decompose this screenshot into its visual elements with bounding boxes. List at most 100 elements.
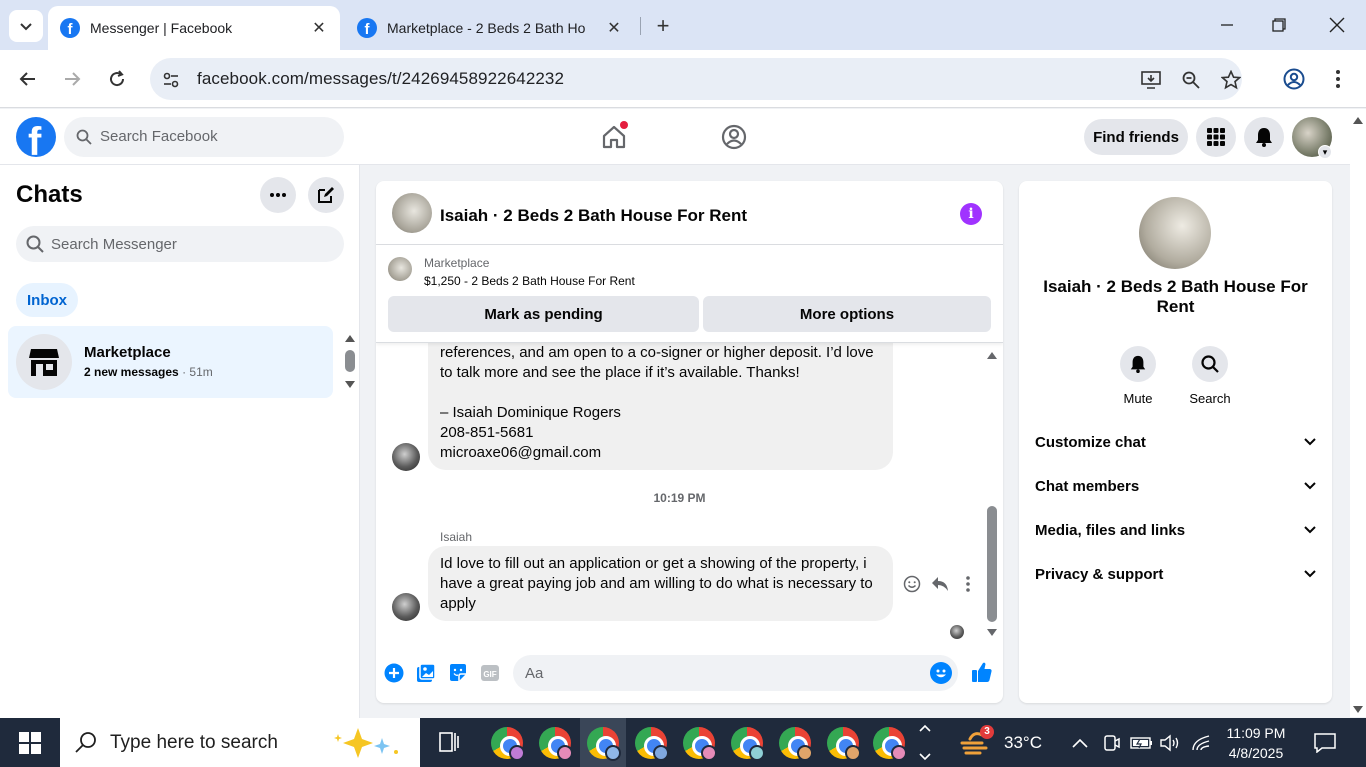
- info-icon[interactable]: i: [960, 203, 982, 225]
- taskbar-overflow-scroll[interactable]: [917, 722, 933, 763]
- zoom-icon[interactable]: [1180, 69, 1202, 91]
- chrome-taskbar-icon-2[interactable]: [539, 727, 573, 761]
- chat-list-item-marketplace[interactable]: Marketplace 2 new messages · 51m: [8, 326, 333, 398]
- close-tab-icon[interactable]: ✕: [310, 19, 328, 37]
- tab-search-button[interactable]: [9, 10, 43, 42]
- forward-button[interactable]: [57, 64, 87, 94]
- listing-price-title[interactable]: $1,250 - 2 Beds 2 Bath House For Rent: [424, 274, 635, 288]
- svg-text:GIF: GIF: [483, 670, 496, 679]
- sticker-button[interactable]: [447, 662, 469, 684]
- browser-menu-button[interactable]: [1323, 64, 1353, 94]
- conversation-scrollbar[interactable]: [985, 348, 999, 640]
- close-window-button[interactable]: [1322, 12, 1352, 38]
- scroll-thumb[interactable]: [345, 350, 355, 372]
- volume-icon[interactable]: [1159, 718, 1181, 767]
- info-avatar[interactable]: [1139, 197, 1211, 269]
- taskbar-clock[interactable]: 11:09 PM 4/8/2025: [1218, 723, 1294, 763]
- show-hidden-icons-button[interactable]: [1071, 718, 1089, 767]
- search-icon[interactable]: [1192, 346, 1228, 382]
- scroll-up-arrow[interactable]: [345, 335, 355, 342]
- site-info-icon[interactable]: [160, 69, 182, 91]
- profile-button[interactable]: [1279, 64, 1309, 94]
- mute-action[interactable]: Mute: [1108, 346, 1168, 406]
- scroll-down-arrow[interactable]: [987, 629, 997, 636]
- meet-now-icon[interactable]: [1102, 718, 1120, 767]
- mark-as-pending-button[interactable]: Mark as pending: [388, 296, 699, 332]
- message-bubble[interactable]: references, and am open to a co-signer o…: [428, 343, 893, 470]
- listing-thumbnail[interactable]: [388, 257, 412, 281]
- start-button[interactable]: [0, 718, 60, 767]
- section-privacy-support[interactable]: Privacy & support: [1035, 566, 1316, 590]
- message-input-box[interactable]: [513, 655, 958, 691]
- gif-button[interactable]: GIF: [479, 662, 501, 684]
- restore-button[interactable]: [1264, 12, 1294, 38]
- inbox-filter[interactable]: Inbox: [16, 283, 78, 317]
- reply-button[interactable]: [930, 574, 950, 594]
- taskbar-search-box[interactable]: Type here to search: [60, 718, 420, 767]
- emoji-picker-button[interactable]: [930, 662, 952, 684]
- conversation-title[interactable]: Isaiah · 2 Beds 2 Bath House For Rent: [440, 206, 747, 226]
- message-list[interactable]: references, and am open to a co-signer o…: [376, 343, 1003, 643]
- minimize-button[interactable]: [1212, 12, 1242, 38]
- new-tab-button[interactable]: +: [650, 13, 676, 38]
- chrome-taskbar-icon-3[interactable]: [587, 727, 621, 761]
- chevron-down-icon[interactable]: ▾: [1318, 145, 1332, 159]
- chat-options-button[interactable]: [260, 177, 296, 213]
- scroll-down-arrow[interactable]: [1353, 706, 1363, 713]
- reload-button[interactable]: [102, 64, 132, 94]
- nav-home[interactable]: [600, 121, 628, 151]
- section-media-files-links[interactable]: Media, files and links: [1035, 522, 1316, 546]
- battery-icon[interactable]: [1130, 718, 1154, 767]
- chrome-taskbar-icon-6[interactable]: [731, 727, 765, 761]
- message-more-button[interactable]: [958, 574, 978, 594]
- new-message-button[interactable]: [308, 177, 344, 213]
- facebook-logo-icon[interactable]: f: [16, 117, 56, 157]
- scroll-down-arrow[interactable]: [345, 381, 355, 388]
- message-line: Id love to fill out an application or ge…: [440, 555, 867, 572]
- attach-media-button[interactable]: [415, 662, 437, 684]
- nav-profile[interactable]: [720, 123, 748, 151]
- sender-avatar[interactable]: [392, 443, 420, 471]
- facebook-search-box[interactable]: Search Facebook: [64, 117, 344, 157]
- url-text[interactable]: facebook.com/messages/t/2426945892264223…: [197, 69, 564, 89]
- close-tab-icon[interactable]: ✕: [605, 19, 623, 37]
- back-button[interactable]: [13, 64, 43, 94]
- find-friends-button[interactable]: Find friends: [1084, 119, 1188, 155]
- install-app-icon[interactable]: [1140, 69, 1162, 91]
- address-bar[interactable]: facebook.com/messages/t/2426945892264223…: [150, 58, 1242, 100]
- more-options-button[interactable]: More options: [703, 296, 991, 332]
- sender-avatar[interactable]: [392, 593, 420, 621]
- message-bubble[interactable]: Id love to fill out an application or ge…: [428, 546, 893, 621]
- sidebar-scrollbar[interactable]: [343, 331, 357, 391]
- notifications-button[interactable]: [1244, 117, 1284, 157]
- notification-center-button[interactable]: [1314, 718, 1336, 767]
- chrome-taskbar-icon-8[interactable]: [827, 727, 861, 761]
- section-customize-chat[interactable]: Customize chat: [1035, 434, 1316, 458]
- chrome-taskbar-icon-9[interactable]: [873, 727, 907, 761]
- search-action[interactable]: Search: [1180, 346, 1240, 406]
- chrome-taskbar-icon-1[interactable]: [491, 727, 525, 761]
- search-messenger-box[interactable]: Search Messenger: [16, 226, 344, 262]
- weather-widget[interactable]: 3 33°C: [960, 718, 1042, 767]
- more-actions-button[interactable]: [383, 662, 405, 684]
- like-button[interactable]: [970, 660, 994, 684]
- facebook-favicon-icon: f: [357, 18, 377, 38]
- message-input[interactable]: [525, 663, 915, 683]
- tab-marketplace[interactable]: f Marketplace - 2 Beds 2 Bath Ho ✕: [345, 6, 635, 50]
- scroll-up-arrow[interactable]: [987, 352, 997, 359]
- bookmark-star-icon[interactable]: [1220, 69, 1242, 91]
- chrome-taskbar-icon-7[interactable]: [779, 727, 813, 761]
- bell-icon[interactable]: [1120, 346, 1156, 382]
- chrome-taskbar-icon-4[interactable]: [635, 727, 669, 761]
- section-chat-members[interactable]: Chat members: [1035, 478, 1316, 502]
- scroll-up-arrow[interactable]: [1353, 117, 1363, 124]
- chrome-taskbar-icon-5[interactable]: [683, 727, 717, 761]
- menu-button[interactable]: [1196, 117, 1236, 157]
- network-icon[interactable]: [1191, 718, 1211, 767]
- react-button[interactable]: [902, 574, 922, 594]
- scroll-thumb[interactable]: [987, 506, 997, 622]
- tab-messenger[interactable]: f Messenger | Facebook ✕: [48, 6, 340, 50]
- conversation-avatar[interactable]: [392, 193, 432, 233]
- page-scrollbar[interactable]: [1350, 109, 1366, 717]
- task-view-icon[interactable]: [437, 730, 463, 756]
